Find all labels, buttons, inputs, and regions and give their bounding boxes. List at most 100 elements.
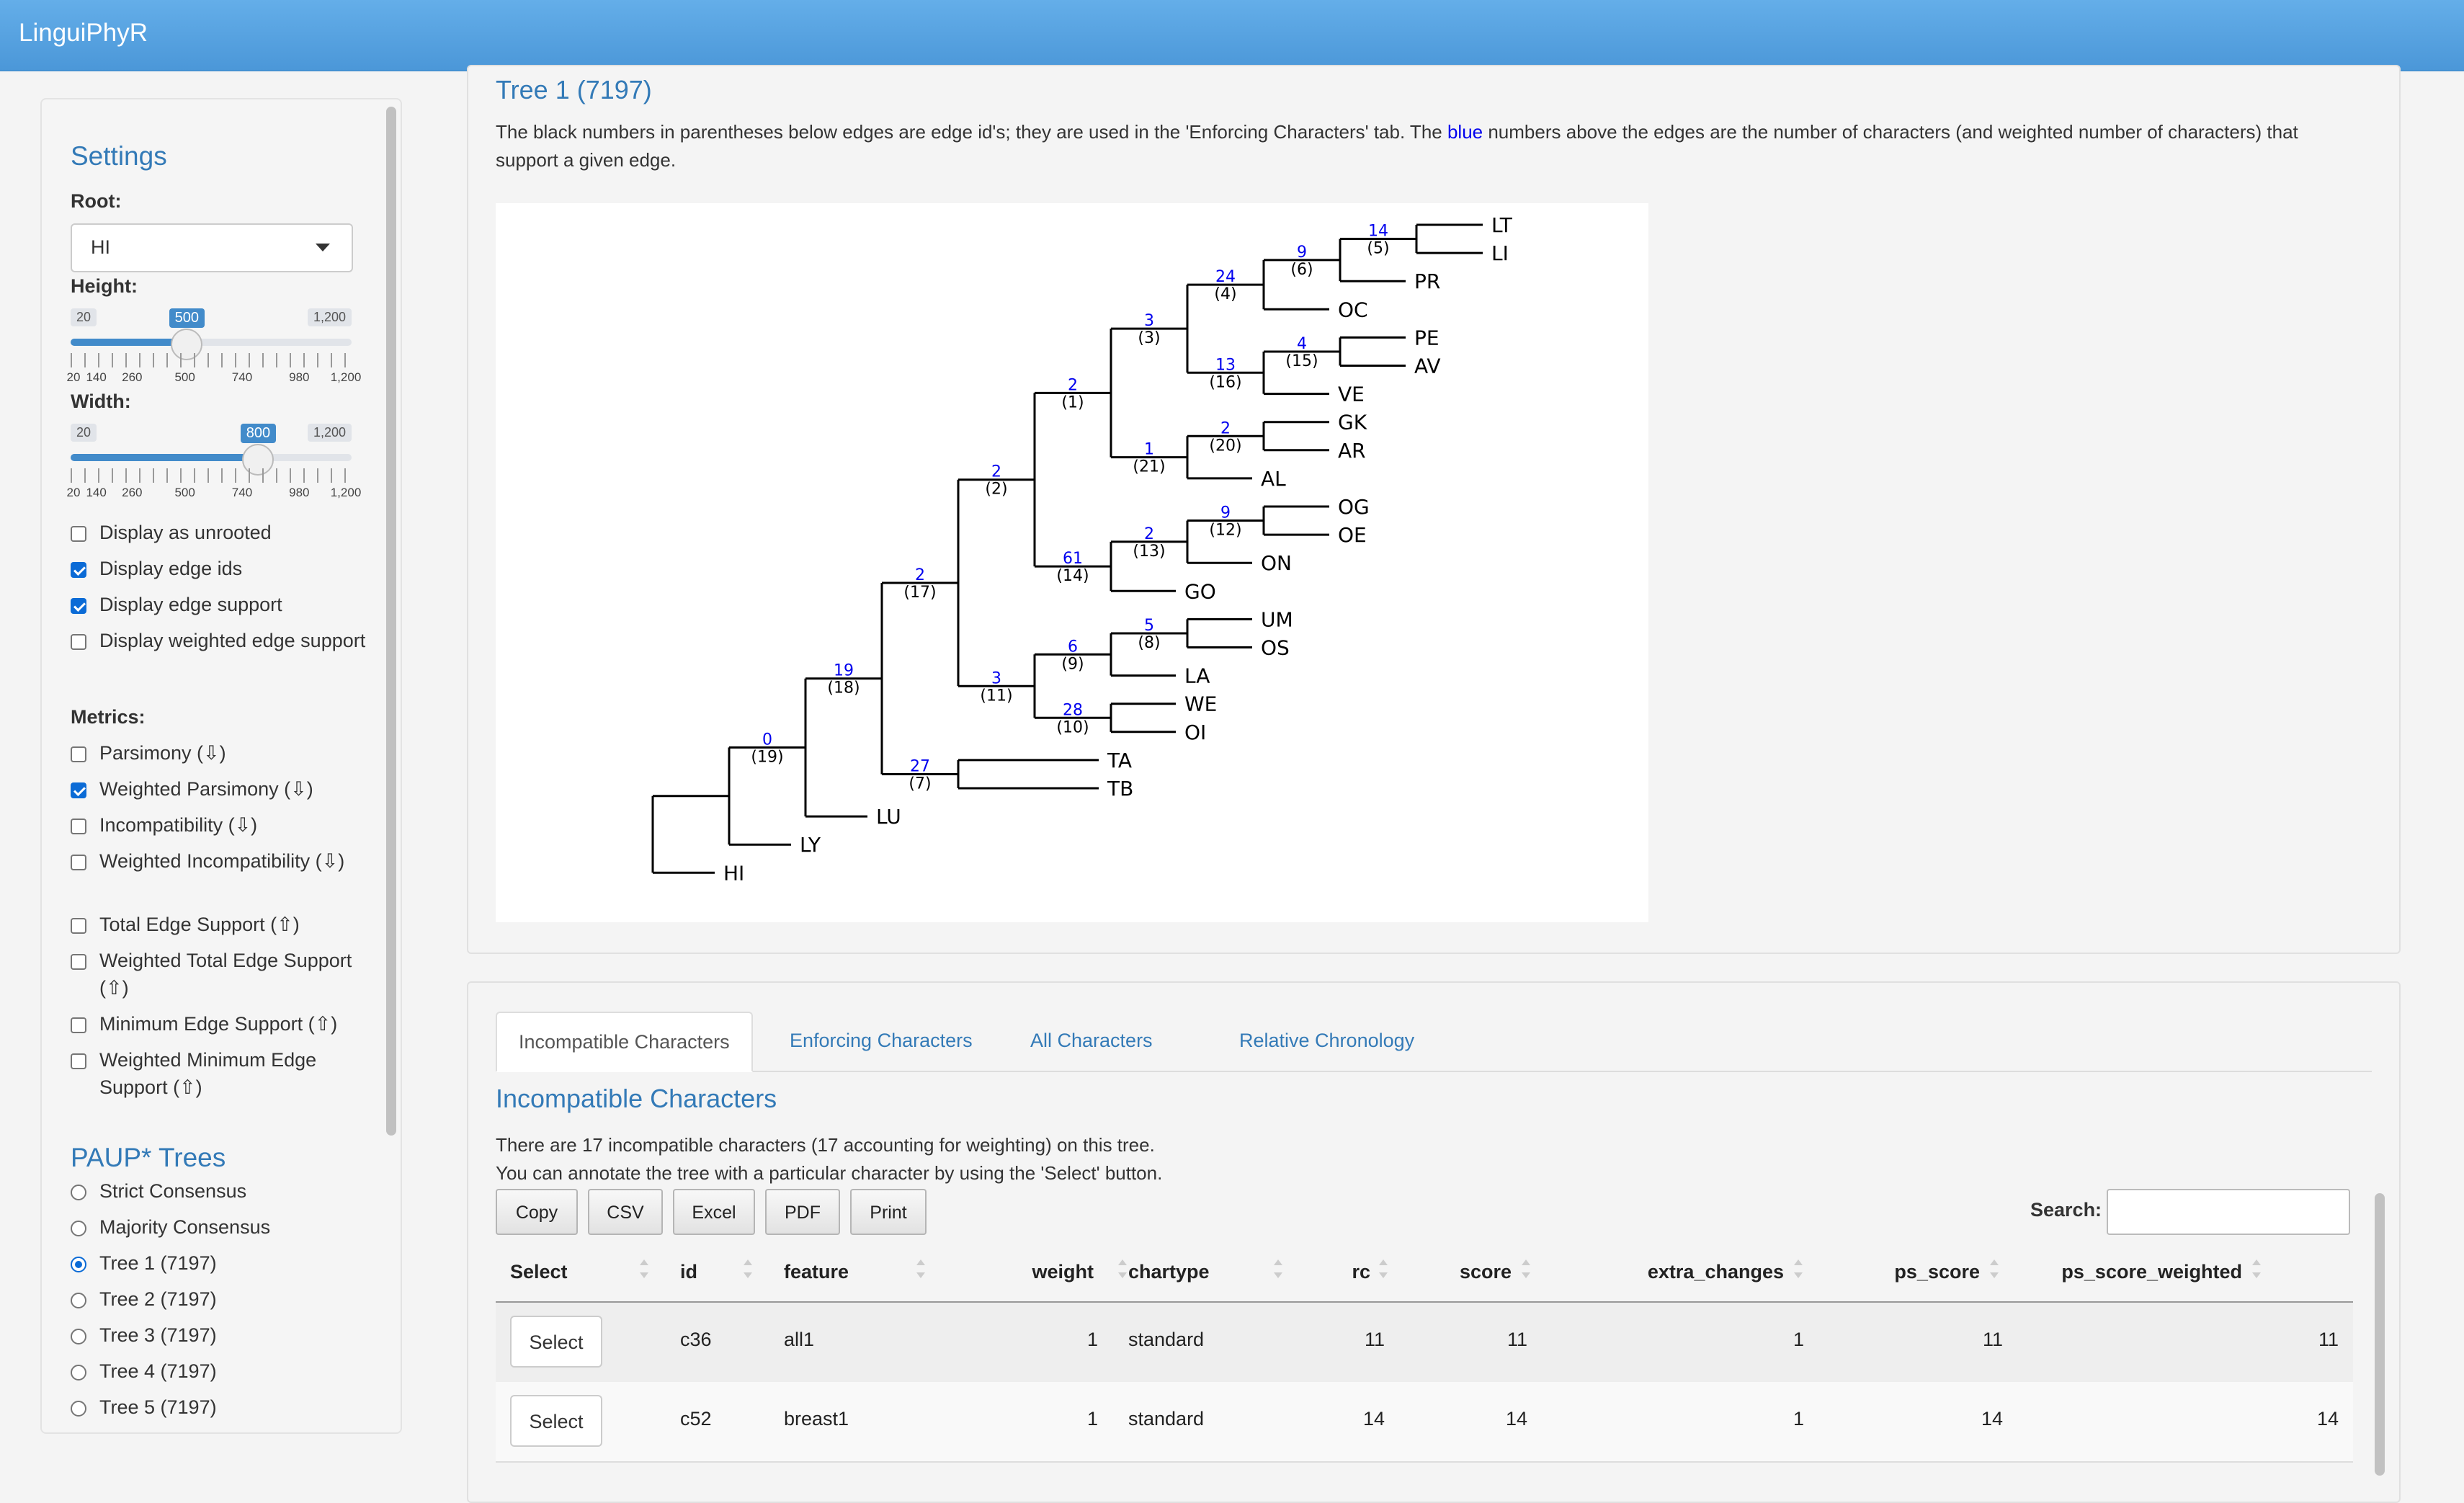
checkbox-icon[interactable]: [71, 746, 86, 762]
tab-enforcing-characters[interactable]: Enforcing Characters: [790, 1012, 973, 1069]
tree-leaf-label: PE: [1414, 326, 1439, 349]
width-slider-tick-label: 740: [231, 486, 253, 499]
paup-tree-label: Tree 1 (7197): [99, 1252, 217, 1274]
cell-ps-score: 11: [1982, 1329, 2003, 1350]
tree-leaf-label: AV: [1414, 354, 1441, 378]
checkbox-icon[interactable]: [71, 918, 86, 934]
paup-tree-radio-2[interactable]: Tree 1 (7197): [71, 1249, 373, 1277]
column-header-extra-changes[interactable]: extra_changes: [1648, 1261, 1784, 1283]
column-header-weight[interactable]: weight: [1032, 1261, 1094, 1283]
sidebar-scrollbar[interactable]: [386, 107, 396, 1136]
radio-icon[interactable]: [71, 1221, 86, 1236]
sort-icon[interactable]: [1990, 1257, 1999, 1283]
column-header-select[interactable]: Select: [510, 1261, 568, 1283]
checkbox-icon[interactable]: [71, 855, 86, 870]
column-header-score[interactable]: score: [1460, 1261, 1512, 1283]
cell-weight: 1: [1086, 1329, 1098, 1350]
root-select[interactable]: HI: [71, 223, 353, 272]
sort-icon[interactable]: [1274, 1257, 1282, 1283]
incompatible-description: There are 17 incompatible characters (17…: [496, 1131, 1937, 1187]
checkbox-icon[interactable]: [71, 782, 86, 798]
checkbox-icon[interactable]: [71, 526, 86, 542]
paup-tree-radio-5[interactable]: Tree 4 (7197): [71, 1357, 373, 1385]
column-header-ps-score[interactable]: ps_score: [1894, 1261, 1980, 1283]
sort-icon[interactable]: [2252, 1257, 2261, 1283]
radio-icon[interactable]: [71, 1185, 86, 1200]
paup-tree-radio-1[interactable]: Majority Consensus: [71, 1213, 373, 1241]
width-slider-value: 800: [240, 424, 277, 443]
edge-support-label: 9: [1297, 244, 1307, 262]
metric-option-0[interactable]: Parsimony (⇩): [71, 739, 373, 767]
sort-icon[interactable]: [916, 1257, 925, 1283]
radio-icon[interactable]: [71, 1401, 86, 1417]
print-button[interactable]: Print: [850, 1189, 927, 1235]
sort-icon[interactable]: [744, 1257, 752, 1283]
paup-tree-radio-6[interactable]: Tree 5 (7197): [71, 1393, 373, 1421]
csv-button[interactable]: CSV: [588, 1189, 663, 1235]
sort-icon[interactable]: [1379, 1257, 1388, 1283]
metric-option-3[interactable]: Weighted Incompatibility (⇩): [71, 847, 373, 875]
edge-id-label: (11): [980, 687, 1012, 705]
sort-icon[interactable]: [1522, 1257, 1530, 1283]
column-header-ps-score-weighted[interactable]: ps_score_weighted: [2061, 1261, 2242, 1283]
sort-icon[interactable]: [640, 1257, 648, 1283]
select-button[interactable]: Select: [510, 1395, 602, 1447]
display-option-3[interactable]: Display weighted edge support: [71, 627, 373, 654]
checkbox-icon[interactable]: [71, 1053, 86, 1069]
paup-tree-radio-4[interactable]: Tree 3 (7197): [71, 1321, 373, 1349]
edge-id-label: (7): [909, 775, 931, 793]
metric-option-label: Parsimony (⇩): [99, 742, 226, 764]
sort-icon[interactable]: [1794, 1257, 1803, 1283]
radio-icon[interactable]: [71, 1365, 86, 1381]
character-tabs: Incompatible Characters Enforcing Charac…: [496, 1012, 2372, 1072]
tab-incompatible-characters[interactable]: Incompatible Characters: [496, 1012, 753, 1072]
display-option-2[interactable]: Display edge support: [71, 591, 373, 618]
select-button[interactable]: Select: [510, 1316, 602, 1368]
column-header-rc[interactable]: rc: [1352, 1261, 1370, 1283]
radio-icon[interactable]: [71, 1293, 86, 1308]
paup-tree-radio-3[interactable]: Tree 2 (7197): [71, 1285, 373, 1313]
table-scrollbar[interactable]: [2375, 1193, 2385, 1476]
sort-icon[interactable]: [1118, 1257, 1127, 1283]
display-option-0[interactable]: Display as unrooted: [71, 519, 373, 546]
height-slider-min: 20: [71, 308, 97, 326]
checkbox-icon[interactable]: [71, 954, 86, 970]
app-brand[interactable]: LinguiPhyR: [19, 19, 148, 48]
metric-option-label: Weighted Parsimony (⇩): [99, 778, 313, 800]
display-option-1[interactable]: Display edge ids: [71, 555, 373, 582]
cell-ps-score: 14: [1981, 1408, 2003, 1430]
checkbox-icon[interactable]: [71, 598, 86, 614]
column-header-feature[interactable]: feature: [784, 1261, 849, 1283]
radio-icon[interactable]: [71, 1257, 86, 1272]
metric-option-1[interactable]: Weighted Parsimony (⇩): [71, 775, 373, 803]
tab-all-characters[interactable]: All Characters: [1030, 1012, 1153, 1069]
metric-option-2[interactable]: Incompatibility (⇩): [71, 811, 373, 839]
checkbox-icon[interactable]: [71, 634, 86, 650]
edge-id-label: (3): [1138, 329, 1160, 347]
checkbox-icon[interactable]: [71, 819, 86, 834]
checkbox-icon[interactable]: [71, 1017, 86, 1033]
pdf-button[interactable]: PDF: [765, 1189, 840, 1235]
tab-relative-chronology[interactable]: Relative Chronology: [1239, 1012, 1414, 1069]
height-slider-tick-label: 500: [174, 370, 195, 384]
paup-tree-radio-0[interactable]: Strict Consensus: [71, 1177, 373, 1205]
checkbox-icon[interactable]: [71, 562, 86, 578]
column-header-id[interactable]: id: [680, 1261, 697, 1283]
tree-leaf-label: HI: [723, 861, 744, 885]
edge-support-label: 2: [1144, 525, 1154, 543]
edge-support-label: 24: [1215, 268, 1236, 286]
edge-id-label: (19): [751, 748, 783, 766]
width-slider-min: 20: [71, 424, 97, 442]
search-input[interactable]: [2107, 1189, 2350, 1235]
column-header-chartype[interactable]: chartype: [1128, 1261, 1210, 1283]
tree-leaf-label: LU: [876, 805, 901, 829]
metric-option-6[interactable]: Minimum Edge Support (⇧): [71, 1010, 373, 1038]
excel-button[interactable]: Excel: [673, 1189, 755, 1235]
copy-button[interactable]: Copy: [496, 1189, 578, 1235]
metric-option-7[interactable]: Weighted Minimum Edge Support (⇧): [71, 1046, 373, 1101]
metric-option-5[interactable]: Weighted Total Edge Support (⇧): [71, 947, 373, 1002]
radio-icon[interactable]: [71, 1329, 86, 1344]
metric-option-4[interactable]: Total Edge Support (⇧): [71, 911, 373, 938]
paup-tree-label: Tree 3 (7197): [99, 1324, 217, 1346]
tree-description-blue: blue: [1447, 121, 1483, 143]
